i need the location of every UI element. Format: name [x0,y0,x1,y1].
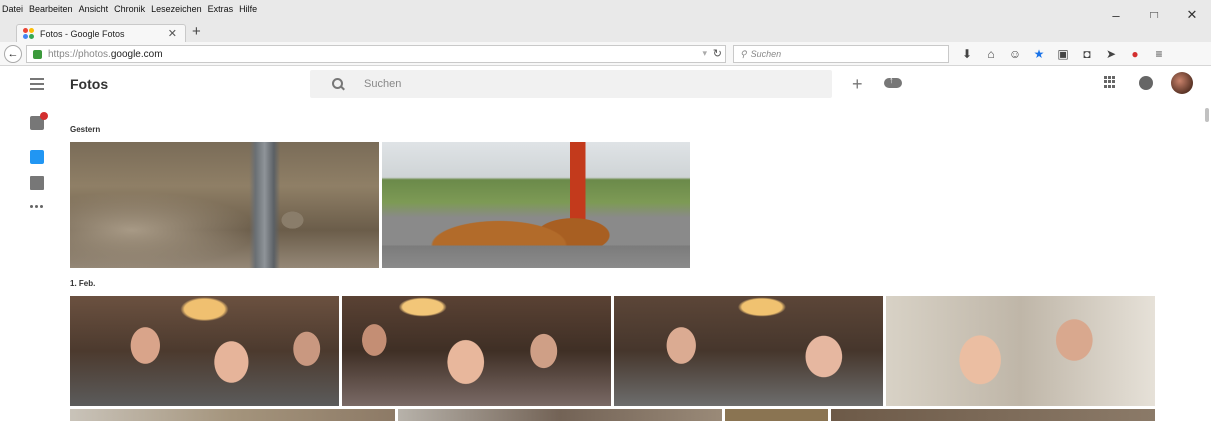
menu-chronik[interactable]: Chronik [114,4,145,14]
back-arrow-icon: ← [7,48,19,60]
photo-partial-row[interactable] [70,409,395,421]
url-bar[interactable]: https://photos. google.com ▾ ↻ [26,45,726,63]
more-icon[interactable] [30,205,44,211]
pocket-icon[interactable]: ◘ [1075,47,1099,61]
photo-trench-with-pipe[interactable] [70,142,379,268]
star-icon[interactable]: ★ [1027,47,1051,61]
photo-woman-and-elderly-woman[interactable] [614,296,883,406]
reload-icon[interactable]: ↻ [713,47,722,60]
lock-icon [33,49,42,59]
menubar: Datei Bearbeiten Ansicht Chronik Lesezei… [0,0,1211,18]
url-prefix: https://photos. [48,48,111,60]
browser-search-icon: ⚲ [740,48,747,59]
photo-girl-and-elderly-man[interactable] [886,296,1155,406]
new-tab-button[interactable]: + [192,23,201,40]
clipboard-icon[interactable]: ▣ [1051,47,1075,61]
section-date-label: 1. Feb. [70,279,96,288]
albums-icon[interactable] [30,176,44,190]
notifications-icon[interactable] [1139,76,1153,90]
notification-dot [40,112,48,120]
assistant-icon[interactable] [30,112,48,130]
photo-partial-row[interactable] [398,409,722,421]
photos-icon[interactable] [30,150,44,164]
menu-icon[interactable]: ≡ [1147,47,1171,61]
scrollbar[interactable] [1205,108,1209,122]
google-photos-favicon-icon [23,28,34,39]
photo-excavator-with-dirt-piles[interactable] [382,142,690,268]
photo-partial-row[interactable] [725,409,828,421]
section-date-label: Gestern [70,125,101,134]
app-bar: Fotos Suchen + [0,66,1211,106]
tab-google-fotos[interactable]: Fotos - Google Fotos ✕ [16,24,186,42]
chat-icon[interactable]: ☺ [1003,47,1027,61]
menu-bearbeiten[interactable]: Bearbeiten [29,4,73,14]
send-icon[interactable]: ➤ [1099,47,1123,61]
navigation-bar: ← https://photos. google.com ▾ ↻ ⚲ Suchen… [0,42,1211,66]
home-icon[interactable]: ⌂ [979,47,1003,61]
photo-restaurant-women-and-girl[interactable] [70,296,339,406]
tab-close-icon[interactable]: ✕ [168,27,177,40]
url-host: google.com [110,48,163,60]
back-button[interactable]: ← [4,45,22,63]
menu-ansicht[interactable]: Ansicht [79,4,109,14]
menu-datei[interactable]: Datei [2,4,23,14]
hamburger-menu-icon[interactable] [30,78,44,90]
menu-extras[interactable]: Extras [208,4,234,14]
apps-grid-icon[interactable] [1104,76,1116,88]
menu-hilfe[interactable]: Hilfe [239,4,257,14]
create-plus-icon[interactable]: + [852,74,863,95]
upload-cloud-icon[interactable] [884,75,902,88]
tab-strip: Fotos - Google Fotos ✕ + [0,18,1211,42]
adblock-icon[interactable]: ● [1123,47,1147,61]
photo-girl-laughing-with-women[interactable] [342,296,611,406]
download-icon[interactable]: ⬇ [955,47,979,61]
browser-search-field[interactable]: ⚲ Suchen [733,45,949,63]
tab-title: Fotos - Google Fotos [40,28,125,39]
photos-search-input[interactable]: Suchen [310,70,832,98]
app-title: Fotos [70,76,109,92]
toolbar-icons: ⬇ ⌂ ☺ ★ ▣ ◘ ➤ ● ≡ [955,45,1171,63]
menu-lesezeichen[interactable]: Lesezeichen [151,4,202,14]
photo-partial-row[interactable] [831,409,1155,421]
browser-search-placeholder: Suchen [750,49,782,59]
search-icon [332,78,344,90]
photos-search-placeholder: Suchen [364,78,402,90]
avatar[interactable] [1171,72,1193,94]
url-dropdown-icon[interactable]: ▾ [702,48,707,59]
